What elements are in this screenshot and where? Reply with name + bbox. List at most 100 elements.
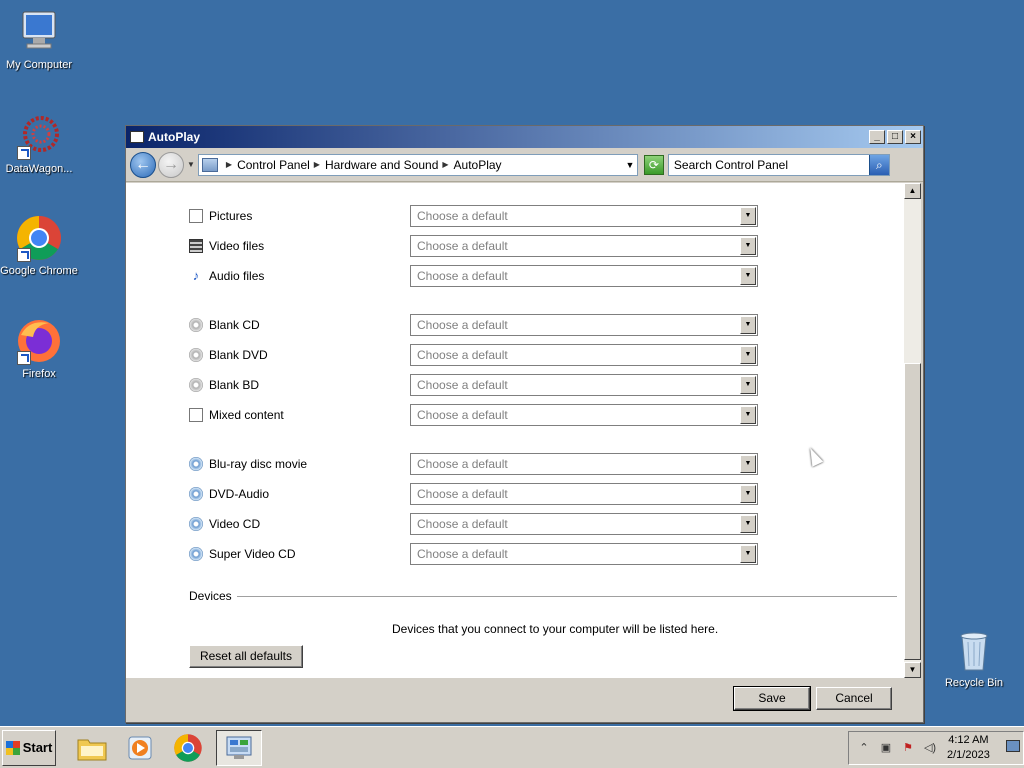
- taskbar-explorer[interactable]: [72, 730, 112, 766]
- chevron-down-icon[interactable]: ▼: [740, 346, 756, 364]
- back-button[interactable]: ←: [130, 151, 156, 178]
- desktop-icon-label: DataWagon...: [5, 163, 73, 175]
- default-action-select[interactable]: Choose a default ▼: [410, 265, 758, 287]
- desktop-icon-datawagon[interactable]: DataWagon...: [0, 112, 78, 175]
- save-button[interactable]: Save: [733, 686, 811, 711]
- media-row-dvd-audio: DVD-Audio Choose a default ▼: [189, 483, 761, 505]
- windows-logo-icon: [5, 740, 20, 755]
- search-icon[interactable]: ⌕: [868, 154, 889, 175]
- clock-date: 2/1/2023: [947, 749, 990, 761]
- cancel-button[interactable]: Cancel: [816, 687, 892, 710]
- default-action-select[interactable]: Choose a default ▼: [410, 235, 758, 257]
- desktop-icon-chrome[interactable]: Google Chrome: [0, 214, 78, 277]
- media-player-icon: [128, 736, 152, 759]
- devices-heading: Devices: [189, 589, 232, 603]
- devices-section-header: Devices: [189, 589, 897, 603]
- chevron-down-icon[interactable]: ▼: [740, 316, 756, 334]
- media-row-pictures: Pictures Choose a default ▼: [189, 205, 761, 227]
- shortcut-arrow-icon: [17, 146, 31, 160]
- media-label: Mixed content: [209, 408, 284, 422]
- media-row-video-cd: Video CD Choose a default ▼: [189, 513, 761, 535]
- desktop-icon-firefox[interactable]: Firefox: [0, 317, 78, 380]
- reset-all-defaults-button[interactable]: Reset all defaults: [189, 645, 303, 668]
- chevron-down-icon[interactable]: ▼: [740, 515, 756, 533]
- breadcrumb-autoplay[interactable]: AutoPlay: [454, 158, 502, 172]
- taskbar-control-panel[interactable]: [216, 729, 262, 766]
- media-row-mixed-content: Mixed content Choose a default ▼: [189, 404, 761, 426]
- taskbar: Start ⌃ ▣ ⚑ ◁) 4:12 AM 2/1/2023: [0, 726, 1024, 768]
- chevron-down-icon[interactable]: ▼: [740, 406, 756, 424]
- video-files-icon: [189, 239, 203, 253]
- address-dropdown-button[interactable]: ▼: [623, 160, 637, 170]
- network-icon[interactable]: ▣: [879, 741, 893, 755]
- window-title: AutoPlay: [148, 130, 201, 144]
- desktop-icon-recycle-bin[interactable]: Recycle Bin: [935, 626, 1013, 689]
- default-action-select[interactable]: Choose a default ▼: [410, 205, 758, 227]
- vertical-scrollbar[interactable]: ▲ ▼: [904, 183, 921, 678]
- system-tray: ⌃ ▣ ⚑ ◁) 4:12 AM 2/1/2023: [848, 731, 1024, 765]
- blank-bd-icon: [189, 378, 203, 392]
- chrome-icon: [15, 214, 63, 262]
- default-action-select[interactable]: Choose a default ▼: [410, 314, 758, 336]
- media-label: Blu-ray disc movie: [209, 457, 308, 471]
- address-bar[interactable]: ▶ Control Panel ▶ Hardware and Sound ▶ Aut…: [197, 153, 638, 176]
- scroll-thumb[interactable]: [904, 363, 921, 660]
- default-action-select[interactable]: Choose a default ▼: [410, 344, 758, 366]
- taskbar-media-player[interactable]: [120, 730, 160, 766]
- chevron-down-icon[interactable]: ▼: [740, 267, 756, 285]
- breadcrumb-arrow-icon[interactable]: ▶: [226, 160, 232, 169]
- chevron-down-icon[interactable]: ▼: [740, 207, 756, 225]
- media-label: Pictures: [209, 209, 253, 223]
- close-button[interactable]: ×: [905, 130, 921, 144]
- volume-icon[interactable]: ◁): [923, 741, 937, 755]
- clock-time: 4:12 AM: [948, 734, 989, 746]
- bluray-icon: [189, 457, 203, 471]
- default-action-select[interactable]: Choose a default ▼: [410, 513, 758, 535]
- shortcut-arrow-icon: [17, 351, 31, 365]
- address-toolbar: ← → ▼ ▶ Control Panel ▶ Hardware and Soun…: [126, 148, 923, 182]
- media-label: Super Video CD: [209, 547, 296, 561]
- blank-dvd-icon: [189, 348, 203, 362]
- clock[interactable]: 4:12 AM 2/1/2023: [947, 733, 990, 763]
- default-action-select[interactable]: Choose a default ▼: [410, 543, 758, 565]
- media-label: Video files: [209, 239, 265, 253]
- taskbar-chrome[interactable]: [168, 730, 208, 766]
- chevron-down-icon[interactable]: ▼: [740, 237, 756, 255]
- refresh-button[interactable]: ⟳: [643, 154, 664, 175]
- media-row-audio-files: ♪ Audio files Choose a default ▼: [189, 265, 761, 287]
- default-action-select[interactable]: Choose a default ▼: [410, 374, 758, 396]
- search-input[interactable]: [668, 157, 869, 172]
- media-label: Audio files: [209, 269, 265, 283]
- show-desktop-icon[interactable]: [1006, 740, 1020, 752]
- scroll-up-button[interactable]: ▲: [904, 183, 921, 199]
- breadcrumb-control-panel[interactable]: Control Panel: [237, 158, 310, 172]
- recent-pages-dropdown[interactable]: ▼: [187, 160, 195, 169]
- control-panel-icon: [130, 131, 144, 143]
- default-action-select[interactable]: Choose a default ▼: [410, 404, 758, 426]
- action-center-icon[interactable]: ⚑: [901, 741, 915, 755]
- video-cd-icon: [189, 517, 203, 531]
- title-bar[interactable]: AutoPlay _ □ ×: [126, 126, 923, 148]
- forward-button[interactable]: →: [158, 151, 184, 178]
- media-row-blank-bd: Blank BD Choose a default ▼: [189, 374, 761, 396]
- show-hidden-icons-icon[interactable]: ⌃: [857, 741, 871, 755]
- minimize-button[interactable]: _: [869, 130, 885, 144]
- start-button[interactable]: Start: [2, 729, 56, 766]
- chevron-down-icon[interactable]: ▼: [740, 545, 756, 563]
- default-action-select[interactable]: Choose a default ▼: [410, 453, 758, 475]
- desktop-icon-label: Recycle Bin: [944, 677, 1004, 689]
- dvd-audio-icon: [189, 487, 203, 501]
- folder-icon: [77, 739, 107, 760]
- recycle-bin-icon: [950, 626, 998, 674]
- breadcrumb-arrow-icon[interactable]: ▶: [314, 160, 320, 169]
- breadcrumb-arrow-icon[interactable]: ▶: [442, 160, 448, 169]
- maximize-button[interactable]: □: [887, 130, 903, 144]
- chevron-down-icon[interactable]: ▼: [740, 455, 756, 473]
- default-action-select[interactable]: Choose a default ▼: [410, 483, 758, 505]
- breadcrumb-hardware-and-sound[interactable]: Hardware and Sound: [325, 158, 438, 172]
- media-row-blank-dvd: Blank DVD Choose a default ▼: [189, 344, 761, 366]
- chevron-down-icon[interactable]: ▼: [740, 376, 756, 394]
- scroll-down-button[interactable]: ▼: [904, 662, 921, 678]
- chevron-down-icon[interactable]: ▼: [740, 485, 756, 503]
- desktop-icon-my-computer[interactable]: My Computer: [0, 8, 78, 71]
